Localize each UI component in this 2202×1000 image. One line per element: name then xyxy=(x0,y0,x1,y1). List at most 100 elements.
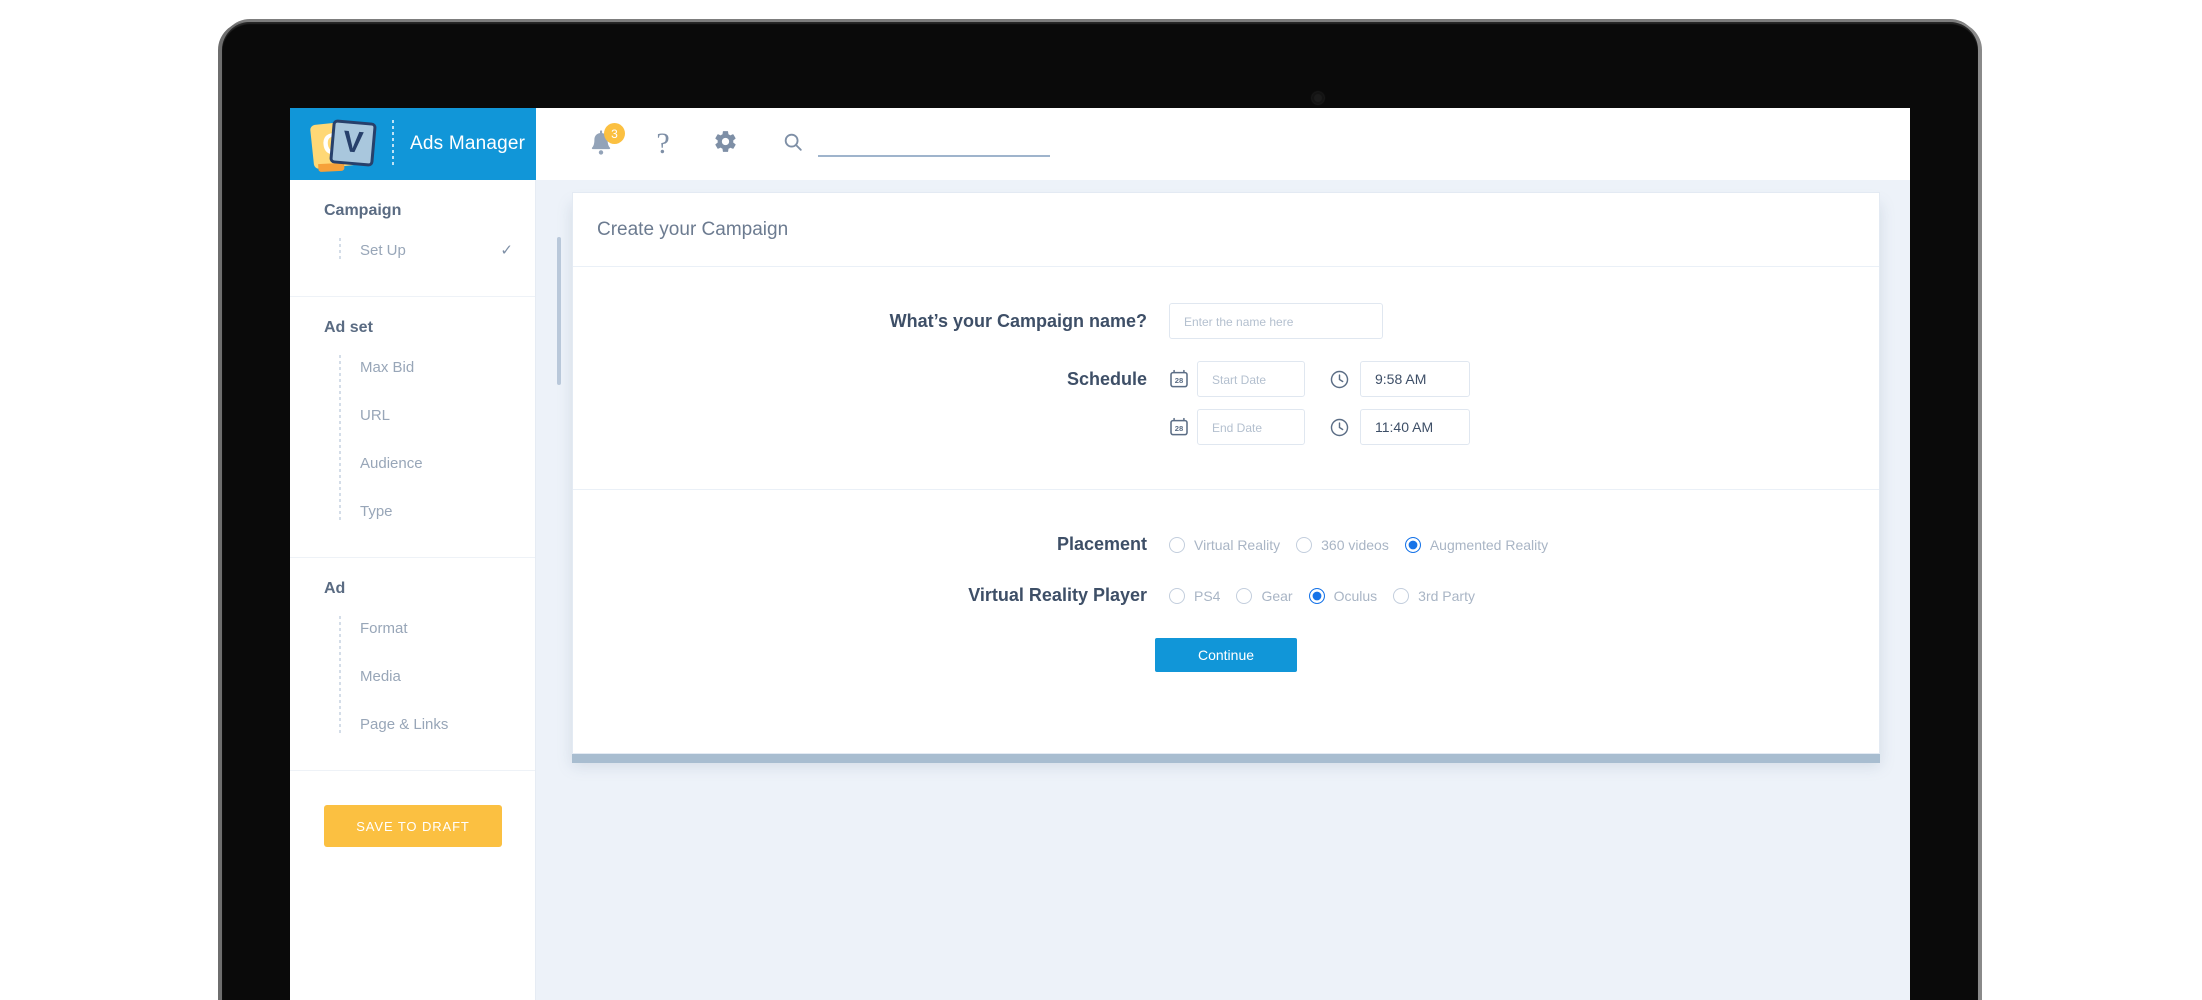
sidebar-section-title: Ad xyxy=(324,580,346,597)
search-input[interactable] xyxy=(818,131,1050,157)
top-bar: G V Ads Manager 3 xyxy=(290,108,1910,180)
campaign-name-input[interactable] xyxy=(1169,303,1383,339)
save-draft-area: SAVE TO DRAFT xyxy=(290,771,535,847)
sidebar-section-campaign: Campaign Set Up ✓ xyxy=(290,180,535,297)
sidebar-item-label: Audience xyxy=(360,454,423,472)
sidebar-item-label: Page & Links xyxy=(360,715,449,733)
radio-circle-icon xyxy=(1296,536,1313,553)
card-header: Create your Campaign xyxy=(573,193,1879,267)
radio-circle-selected-icon xyxy=(1308,587,1325,604)
sidebar-item-label: URL xyxy=(360,406,391,424)
radio-label: Oculus xyxy=(1333,587,1378,604)
sidebar-item-label: Media xyxy=(360,667,401,685)
sidebar-item-url[interactable]: URL xyxy=(339,391,535,439)
sidebar-item-type[interactable]: Type xyxy=(339,487,535,535)
vr-player-row: Virtual Reality Player PS4 Gear Oculus 3… xyxy=(573,585,1879,606)
search-area xyxy=(782,131,1050,158)
campaign-card: Create your Campaign What’s your Campaig… xyxy=(557,192,1880,754)
screen-viewport: G V Ads Manager 3 xyxy=(290,108,1910,1000)
sidebar-item-set-up[interactable]: Set Up ✓ xyxy=(339,226,535,274)
calendar-icon[interactable]: 28 xyxy=(1169,369,1189,389)
main-content: Create your Campaign What’s your Campaig… xyxy=(536,180,1910,1000)
radio-circle-icon xyxy=(1169,587,1185,604)
check-icon: ✓ xyxy=(500,242,513,259)
sidebar-item-audience[interactable]: Audience xyxy=(339,439,535,487)
placement-radio-group: Virtual Reality 360 videos Augmented Rea… xyxy=(1169,536,1549,553)
campaign-name-row: What’s your Campaign name? xyxy=(573,303,1879,339)
continue-row: Continue xyxy=(573,616,1879,702)
radio-label: PS4 xyxy=(1194,587,1221,604)
search-icon[interactable] xyxy=(782,131,804,158)
brand-area[interactable]: G V Ads Manager xyxy=(290,108,536,180)
top-bar-actions: 3 ? xyxy=(536,108,1910,180)
radio-circle-selected-icon xyxy=(1404,536,1421,553)
schedule-start-line: 28 xyxy=(1169,361,1470,397)
sidebar-items: Max Bid URL Audience Type xyxy=(290,343,535,535)
sidebar-item-label: Max Bid xyxy=(360,358,415,376)
campaign-name-label: What’s your Campaign name? xyxy=(889,310,1147,331)
logo-card-v: V xyxy=(329,119,377,167)
radio-ps4[interactable]: PS4 xyxy=(1169,587,1221,604)
device-camera-icon xyxy=(1312,92,1324,104)
sidebar-item-format[interactable]: Format xyxy=(339,604,535,652)
campaign-details-section: What’s your Campaign name? Schedule xyxy=(573,267,1879,490)
help-button[interactable]: ? xyxy=(632,108,694,180)
radio-oculus[interactable]: Oculus xyxy=(1308,587,1378,604)
radio-label: 3rd Party xyxy=(1418,587,1475,604)
end-date-input[interactable] xyxy=(1197,409,1305,445)
sidebar-item-page-and-links[interactable]: Page & Links xyxy=(339,700,535,748)
sidebar-section-ad: Ad Format Media Page & Links xyxy=(290,558,535,771)
radio-circle-icon xyxy=(1169,536,1185,553)
vr-player-label: Virtual Reality Player xyxy=(968,585,1147,605)
sidebar-item-label: Type xyxy=(360,502,393,520)
gv-logo-icon: G V xyxy=(309,118,377,170)
schedule-end-line: 28 xyxy=(1169,409,1470,445)
radio-virtual-reality[interactable]: Virtual Reality xyxy=(1169,536,1280,553)
settings-button[interactable] xyxy=(694,108,756,180)
brand-divider xyxy=(392,120,394,168)
notifications-button[interactable]: 3 xyxy=(570,108,632,180)
clock-icon[interactable] xyxy=(1329,369,1350,390)
bell-icon: 3 xyxy=(588,123,625,159)
radio-3rd-party[interactable]: 3rd Party xyxy=(1393,587,1475,604)
save-to-draft-button[interactable]: SAVE TO DRAFT xyxy=(324,805,502,847)
device-frame: G V Ads Manager 3 xyxy=(222,22,1978,1000)
radio-gear[interactable]: Gear xyxy=(1236,587,1293,604)
end-time-input[interactable] xyxy=(1360,409,1470,445)
vr-player-radio-group: PS4 Gear Oculus 3rd Party xyxy=(1169,587,1475,604)
card-scrollbar-thumb[interactable] xyxy=(557,237,561,385)
sidebar-section-title: Ad set xyxy=(324,319,373,336)
sidebar: Campaign Set Up ✓ Ad set Max Bid URL Aud… xyxy=(290,180,536,1000)
radio-augmented-reality[interactable]: Augmented Reality xyxy=(1404,536,1549,553)
radio-label: Augmented Reality xyxy=(1429,536,1549,553)
sidebar-item-media[interactable]: Media xyxy=(339,652,535,700)
schedule-label: Schedule xyxy=(1066,368,1147,389)
question-mark-icon: ? xyxy=(656,127,670,160)
page-title: Create your Campaign xyxy=(597,218,789,240)
sidebar-section-title: Campaign xyxy=(324,202,402,219)
notification-badge: 3 xyxy=(604,123,625,144)
start-date-input[interactable] xyxy=(1197,361,1305,397)
radio-label: Gear xyxy=(1261,587,1293,604)
continue-button[interactable]: Continue xyxy=(1155,638,1297,672)
placement-label: Placement xyxy=(1056,534,1147,554)
placement-row: Placement Virtual Reality 360 videos Aug… xyxy=(573,534,1879,555)
sidebar-section-ad-set: Ad set Max Bid URL Audience Type xyxy=(290,297,535,558)
radio-label: 360 videos xyxy=(1321,536,1389,553)
start-time-input[interactable] xyxy=(1360,361,1470,397)
schedule-start-row: Schedule 28 xyxy=(573,361,1879,397)
svg-text:28: 28 xyxy=(1175,376,1183,385)
sidebar-items: Set Up ✓ xyxy=(290,226,535,274)
schedule-end-row: 28 xyxy=(573,409,1879,445)
calendar-icon[interactable]: 28 xyxy=(1169,417,1189,437)
card-scrollbar[interactable] xyxy=(557,193,571,753)
gear-icon xyxy=(713,129,738,159)
app-title: Ads Manager xyxy=(410,133,526,154)
placement-section: Placement Virtual Reality 360 videos Aug… xyxy=(573,490,1879,726)
radio-circle-icon xyxy=(1393,587,1410,604)
radio-360-videos[interactable]: 360 videos xyxy=(1296,536,1389,553)
svg-text:28: 28 xyxy=(1175,424,1183,433)
sidebar-items: Format Media Page & Links xyxy=(290,604,535,748)
sidebar-item-max-bid[interactable]: Max Bid xyxy=(339,343,535,391)
clock-icon[interactable] xyxy=(1329,417,1350,438)
